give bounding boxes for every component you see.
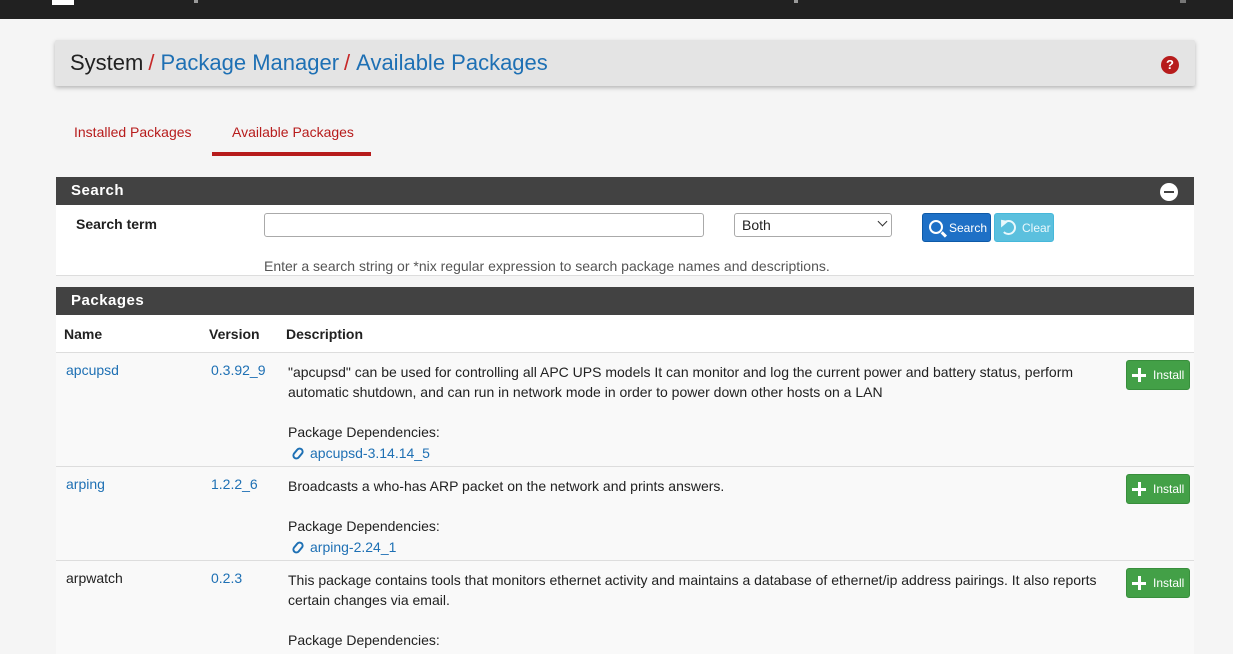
tab-installed-packages[interactable]: Installed Packages [74,124,192,140]
nav-menu-fragment[interactable] [194,0,198,3]
search-scope-value: Both [742,217,771,233]
dependencies-label: Package Dependencies: [288,632,440,648]
package-name-link[interactable]: arping [66,476,105,492]
search-panel-header: Search [56,177,1194,205]
package-version-link[interactable]: 0.2.3 [211,570,242,586]
search-term-label: Search term [76,216,157,232]
dependency-item[interactable]: apcupsd-3.14.14_5 [288,443,1118,463]
clear-button[interactable]: Clear [994,213,1054,242]
plus-icon [1132,576,1146,590]
column-header-description: Description [286,326,364,342]
breadcrumb-package-manager[interactable]: Package Manager [160,50,339,75]
breadcrumb: System / Package Manager / Available Package… [55,40,1195,86]
dependencies-label: Package Dependencies: [288,518,440,534]
search-panel-body: Search term Both Search Clear Enter a se… [56,205,1194,276]
clear-button-label: Clear [1022,221,1051,235]
packages-panel-header: Packages [56,287,1194,315]
package-version-link[interactable]: 0.3.92_9 [211,362,266,378]
install-button[interactable]: Install [1126,568,1190,598]
dependency-link[interactable]: apcupsd-3.14.14_5 [310,445,430,461]
top-navbar [0,0,1233,19]
dependency-item[interactable]: arping-2.24_1 [288,537,1118,557]
plus-icon [1132,482,1146,496]
logo-icon[interactable] [52,0,74,5]
install-button-label: Install [1153,576,1185,590]
search-button-label: Search [949,221,988,235]
column-header-version[interactable]: Version [209,326,260,342]
column-header-name[interactable]: Name [64,326,102,342]
search-panel-title: Search [71,182,125,199]
table-row: arpwatch 0.2.3 This package contains too… [56,561,1194,654]
package-version-link[interactable]: 1.2.2_6 [211,476,258,492]
package-name-link[interactable]: apcupsd [66,362,119,378]
paperclip-icon [290,539,306,556]
breadcrumb-root: System [70,50,144,75]
package-description: This package contains tools that monitor… [288,570,1118,654]
install-button[interactable]: Install [1126,474,1190,504]
packages-panel-title: Packages [71,292,145,309]
dependency-link[interactable]: arping-2.24_1 [310,539,396,555]
search-scope-select[interactable]: Both [734,213,892,237]
chevron-down-icon [877,216,888,227]
package-description: Broadcasts a who-has ARP packet on the n… [288,476,1118,557]
install-button-label: Install [1153,368,1185,382]
active-tab-indicator [212,152,371,156]
search-icon [929,220,943,234]
search-help-text: Enter a search string or *nix regular ex… [264,258,830,274]
plus-icon [1132,368,1146,382]
description-text: This package contains tools that monitor… [288,572,1097,608]
description-text: "apcupsd" can be used for controlling al… [288,364,1074,400]
install-button[interactable]: Install [1126,360,1190,390]
collapse-icon[interactable] [1160,183,1178,201]
description-text: Broadcasts a who-has ARP packet on the n… [288,478,725,494]
paperclip-icon [290,445,306,462]
breadcrumb-separator: / [344,50,351,75]
breadcrumb-separator: / [148,50,155,75]
undo-icon [1001,220,1016,235]
package-name: arpwatch [66,570,123,586]
table-row: apcupsd 0.3.92_9 "apcupsd" can be used f… [56,353,1194,467]
package-description: "apcupsd" can be used for controlling al… [288,362,1118,463]
packages-table: Name Version Description apcupsd 0.3.92_… [56,315,1194,654]
help-icon[interactable]: ? [1161,56,1179,74]
install-button-label: Install [1153,482,1185,496]
nav-menu-fragment[interactable] [1180,0,1186,3]
table-row: arping 1.2.2_6 Broadcasts a who-has ARP … [56,467,1194,561]
search-input[interactable] [264,213,704,237]
nav-menu-fragment[interactable] [794,0,798,3]
search-button[interactable]: Search [922,213,991,242]
breadcrumb-available-packages[interactable]: Available Packages [356,50,548,75]
tab-available-packages[interactable]: Available Packages [232,124,354,140]
dependencies-label: Package Dependencies: [288,424,440,440]
